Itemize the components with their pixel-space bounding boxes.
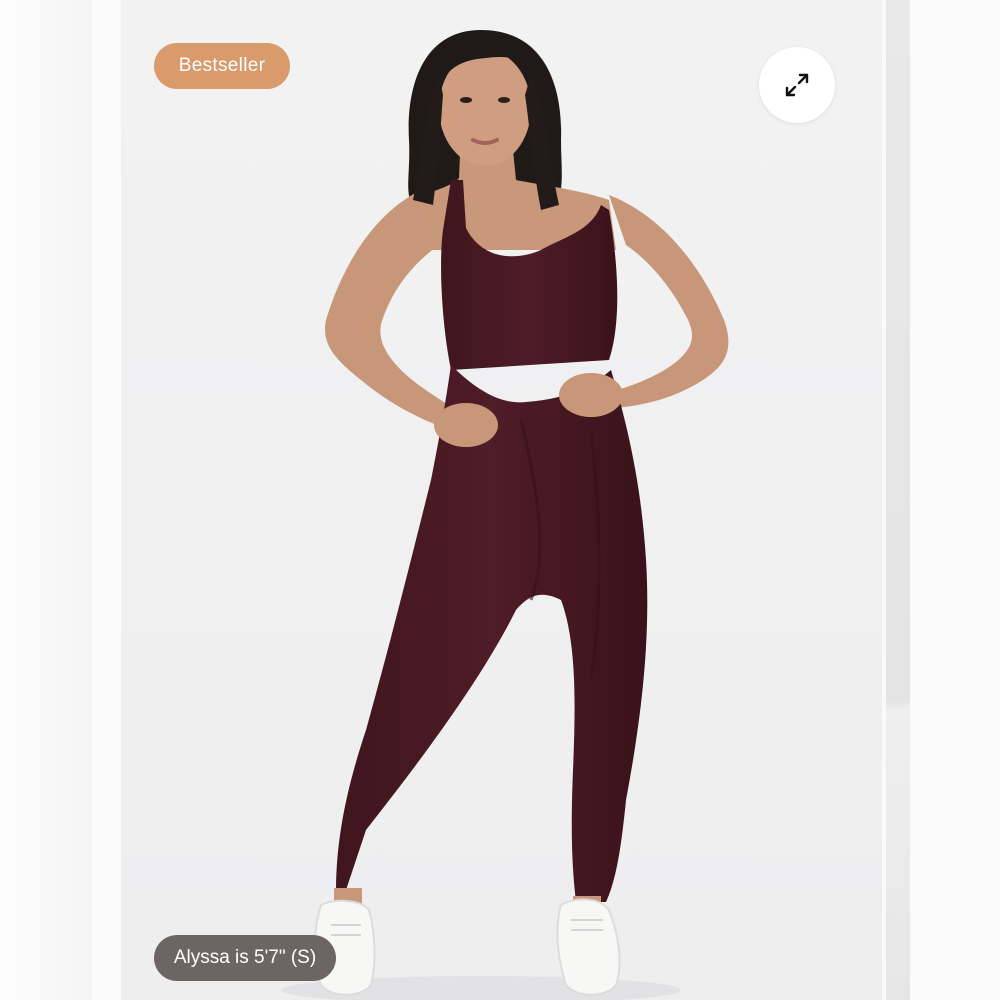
- previous-image-peek[interactable]: [0, 0, 92, 1000]
- product-photo[interactable]: [121, 0, 882, 1000]
- bestseller-badge-label: Bestseller: [178, 55, 266, 76]
- product-gallery: Bestseller Alyssa is 5'7" (S): [0, 0, 1000, 1000]
- model-size-info-label: Alyssa is 5'7" (S): [173, 947, 317, 968]
- next-image-edge: [886, 0, 910, 1000]
- expand-arrows-icon: [785, 73, 809, 97]
- bestseller-badge: Bestseller: [154, 43, 290, 89]
- expand-image-button[interactable]: [759, 47, 835, 123]
- next-image-peek[interactable]: [882, 0, 1000, 1000]
- model-size-info: Alyssa is 5'7" (S): [154, 935, 336, 981]
- model-wearing-jumpsuit-image: [121, 0, 882, 1000]
